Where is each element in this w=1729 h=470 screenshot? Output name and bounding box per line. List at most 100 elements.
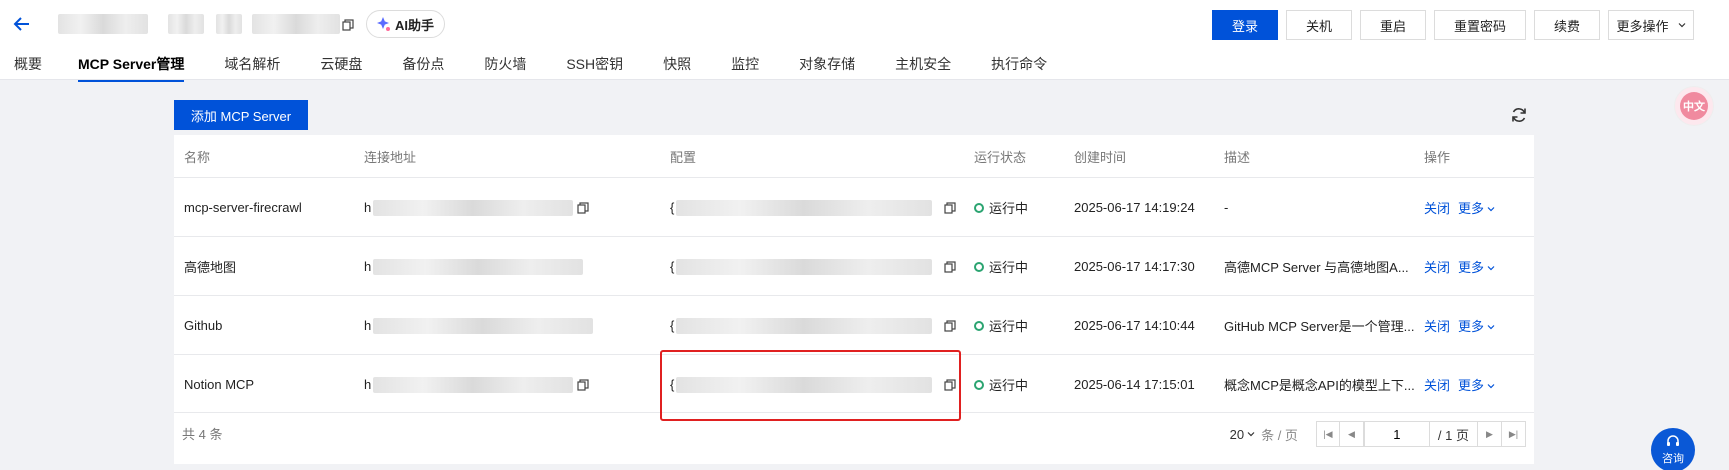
more-ops-link[interactable]: 更多 [1458,198,1495,217]
prev-page-icon[interactable]: ◀ [1339,421,1364,447]
more-actions-button[interactable]: 更多操作 [1608,10,1694,40]
total-pages: / 1 页 [1429,421,1478,447]
config-prefix: { [670,259,675,274]
login-button[interactable]: 登录 [1212,10,1278,40]
tab-snapshot[interactable]: 快照 [663,54,691,80]
tab-monitor[interactable]: 监控 [731,54,759,80]
last-page-icon[interactable]: ▶| [1502,421,1526,447]
col-name: 名称 [184,149,211,165]
redacted-address [373,199,574,216]
chevron-down-icon [1247,432,1255,437]
shutdown-button[interactable]: 关机 [1286,10,1352,40]
tab-overview[interactable]: 概要 [14,54,42,80]
more-ops-link[interactable]: 更多 [1458,375,1495,394]
chevron-down-icon [1487,384,1495,389]
translate-icon: 中文 [1680,92,1708,120]
redacted-instance-region [252,14,340,34]
more-ops-label: 更多 [1458,378,1485,393]
tab-backup[interactable]: 备份点 [402,54,444,80]
shutdown-label: 关机 [1305,18,1332,34]
row-created: 2025-06-17 14:10:44 [1074,318,1195,333]
address-prefix: h [364,259,372,274]
instance-actions: 登录 关机 重启 重置密码 续费 更多操作 [1212,10,1694,40]
row-created: 2025-06-17 14:17:30 [1074,259,1195,274]
row-config: { [670,178,956,237]
row-operations: 关闭 更多 [1424,178,1503,237]
tab-ssh-key[interactable]: SSH密钥 [566,54,623,80]
table-footer: 共 4 条 20 条 / 页 |◀ ◀ / 1 页 ▶ ▶| [174,412,1534,464]
row-name: Github [184,318,223,333]
running-status-icon [974,261,984,272]
tab-cloud-disk[interactable]: 云硬盘 [320,54,362,80]
tab-host-security[interactable]: 主机安全 [895,54,951,80]
row-config: { [670,296,956,355]
row-name: mcp-server-firecrawl [184,200,302,215]
row-description: - [1224,200,1229,215]
more-ops-link[interactable]: 更多 [1458,316,1495,335]
chevron-down-icon [1487,266,1495,271]
row-status: 运行中 [974,296,1028,355]
tab-dns[interactable]: 域名解析 [224,54,280,80]
row-address: h [364,237,584,296]
login-label: 登录 [1231,18,1258,34]
restart-button[interactable]: 重启 [1360,10,1426,40]
row-status: 运行中 [974,237,1028,296]
row-address: h [364,355,589,414]
renew-button[interactable]: 续费 [1534,10,1600,40]
config-prefix: { [670,377,675,392]
tab-firewall[interactable]: 防火墙 [484,54,526,80]
row-operations: 关闭 更多 [1424,296,1503,355]
copy-icon[interactable] [944,260,956,273]
more-ops-label: 更多 [1458,260,1485,275]
add-mcp-server-button[interactable]: 添加 MCP Server [174,100,308,130]
more-ops-link[interactable]: 更多 [1458,257,1495,276]
copy-icon[interactable] [944,319,956,332]
copy-icon[interactable] [944,378,956,391]
total-count: 共 4 条 [182,426,223,442]
page-size-select[interactable]: 20 [1230,427,1255,442]
redacted-instance-name [58,14,148,34]
translate-float-button[interactable]: 中文 [1674,86,1714,126]
copy-icon[interactable] [342,19,354,31]
ai-assistant-label: AI助手 [395,17,435,33]
row-description: 概念MCP是概念API的模型上下... [1224,378,1415,393]
table-row: mcp-server-firecrawl h { 运行中 2025-06-17 … [174,177,1534,236]
address-prefix: h [364,200,372,215]
table-row: 高德地图 h { 运行中 2025-06-17 14:17:30 高德MCP S… [174,236,1534,295]
copy-icon[interactable] [577,378,589,391]
tab-execute-command[interactable]: 执行命令 [991,54,1047,80]
tab-object-storage[interactable]: 对象存储 [799,54,855,80]
more-actions-label: 更多操作 [1616,18,1669,34]
close-server-link[interactable]: 关闭 [1424,375,1450,394]
col-config: 配置 [670,149,697,165]
reset-password-button[interactable]: 重置密码 [1434,10,1526,40]
more-ops-label: 更多 [1458,319,1485,334]
redacted-config [676,317,933,334]
tab-mcp-server[interactable]: MCP Server管理 [78,54,185,82]
address-prefix: h [364,377,372,392]
first-page-icon[interactable]: |◀ [1315,421,1340,447]
copy-icon[interactable] [944,201,956,214]
ai-assistant-button[interactable]: AI助手 [366,10,446,38]
col-description: 描述 [1224,149,1251,165]
refresh-icon[interactable] [1510,106,1528,124]
close-server-link[interactable]: 关闭 [1424,316,1450,335]
address-prefix: h [364,318,372,333]
close-server-link[interactable]: 关闭 [1424,257,1450,276]
config-prefix: { [670,318,675,333]
close-server-link[interactable]: 关闭 [1424,198,1450,217]
redacted-config [676,258,933,275]
restart-label: 重启 [1379,18,1406,34]
tab-bar: 概要 MCP Server管理 域名解析 云硬盘 备份点 防火墙 SSH密钥 快… [14,54,1047,82]
more-ops-label: 更多 [1458,201,1485,216]
back-arrow-icon[interactable] [10,12,34,36]
redacted-instance-id [168,14,204,34]
chevron-down-icon [1487,325,1495,330]
copy-icon[interactable] [577,201,589,214]
status-label: 运行中 [989,201,1029,216]
page-number-input[interactable] [1363,421,1430,447]
next-page-icon[interactable]: ▶ [1478,421,1502,447]
per-page-unit: 条 / 页 [1261,427,1298,443]
consult-float-button[interactable]: 咨询 [1651,428,1695,470]
consult-label: 咨询 [1662,453,1684,465]
